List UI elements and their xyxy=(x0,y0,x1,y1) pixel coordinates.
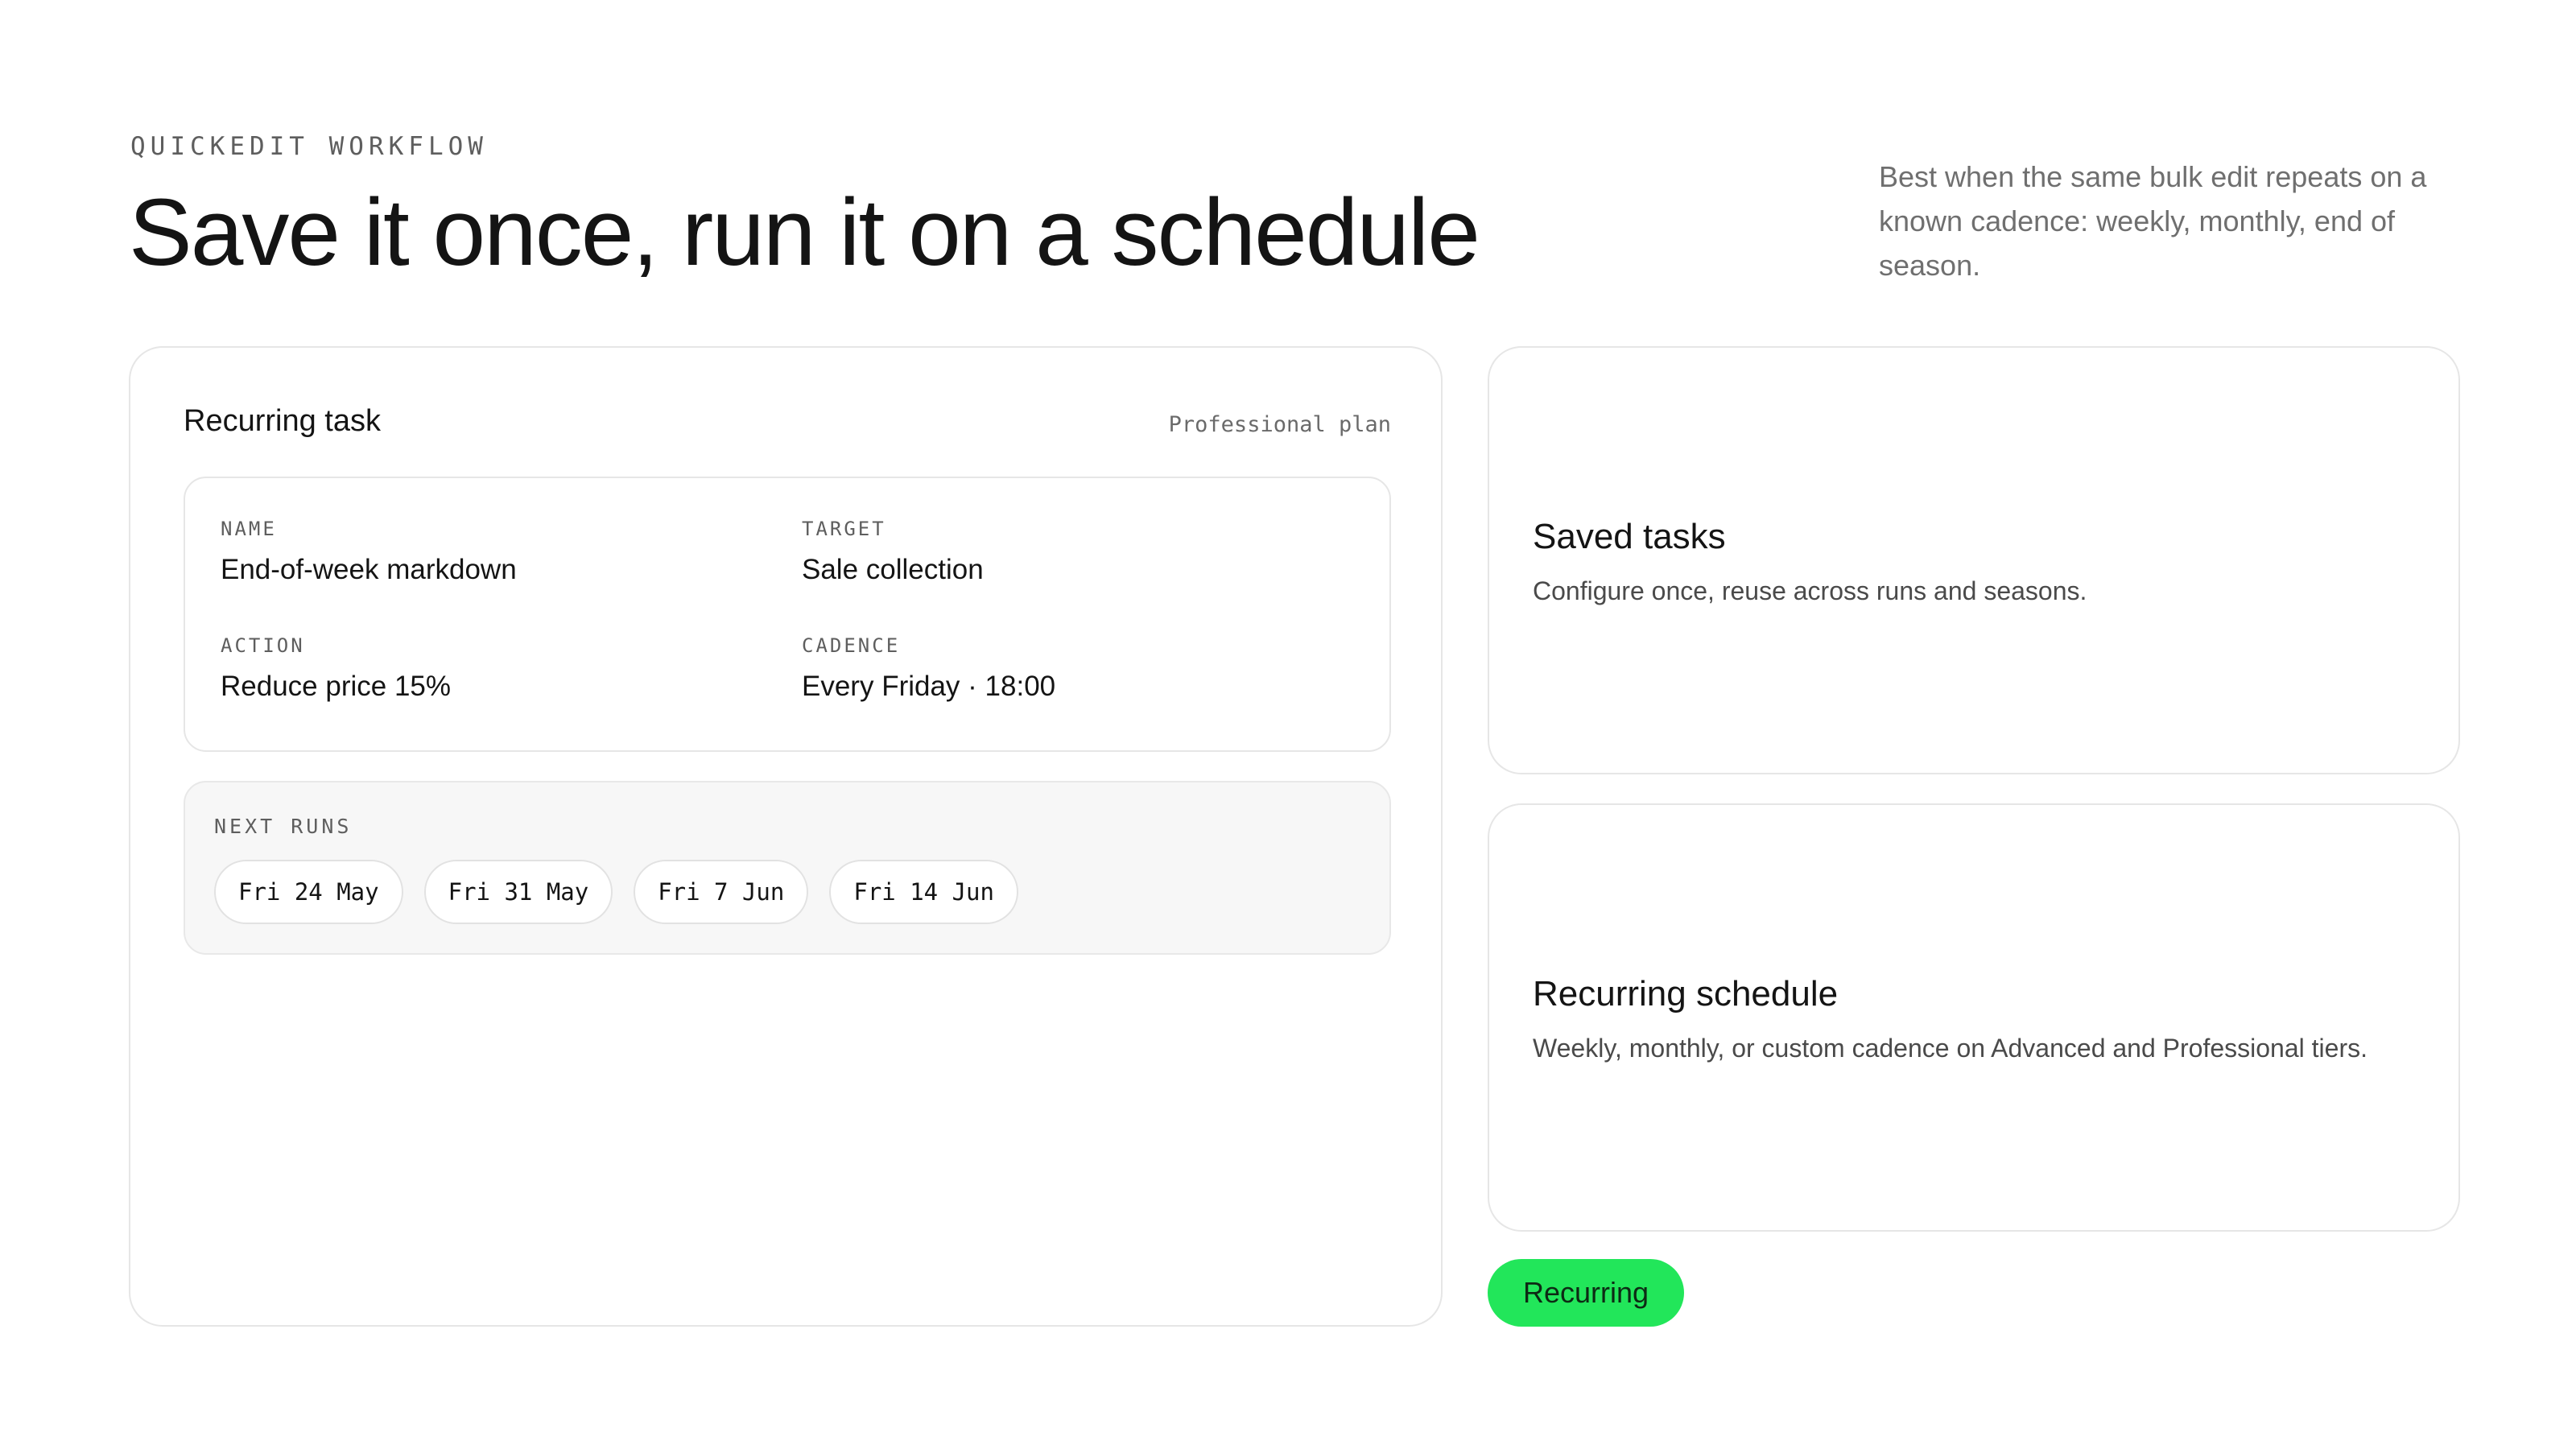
eyebrow-label: QUICKEDIT WORKFLOW xyxy=(130,132,488,161)
feature-card-saved-tasks: Saved tasks Configure once, reuse across… xyxy=(1488,346,2460,774)
run-date-chip[interactable]: Fri 24 May xyxy=(214,860,403,924)
field-action-value[interactable]: Reduce price 15% xyxy=(221,669,451,704)
field-name: NAME End-of-week markdown xyxy=(221,517,517,588)
run-date-chip[interactable]: Fri 31 May xyxy=(423,860,613,924)
page-title: Save it once, run it on a schedule xyxy=(129,180,1480,286)
run-date-chip[interactable]: Fri 14 Jun xyxy=(829,860,1018,924)
feature-title: Saved tasks xyxy=(1533,517,1726,556)
field-target: TARGET Sale collection xyxy=(802,517,984,588)
feature-description: Weekly, monthly, or custom cadence on Ad… xyxy=(1533,1034,2368,1063)
run-date-chip[interactable]: Fri 7 Jun xyxy=(634,860,809,924)
field-target-value[interactable]: Sale collection xyxy=(802,552,984,588)
field-name-value[interactable]: End-of-week markdown xyxy=(221,552,517,588)
recurring-badge: Recurring xyxy=(1488,1259,1685,1327)
feature-description: Configure once, reuse across runs and se… xyxy=(1533,576,2087,605)
field-name-label: NAME xyxy=(221,518,277,540)
feature-card-recurring-schedule: Recurring schedule Weekly, monthly, or c… xyxy=(1488,803,2460,1232)
field-action: ACTION Reduce price 15% xyxy=(221,634,451,704)
next-runs-card: NEXT RUNS Fri 24 May Fri 31 May Fri 7 Ju… xyxy=(184,781,1391,955)
field-cadence: CADENCE Every Friday · 18:00 xyxy=(802,634,1055,704)
next-runs-label: NEXT RUNS xyxy=(214,815,353,838)
panel-title: Recurring task xyxy=(184,404,381,438)
field-action-label: ACTION xyxy=(221,634,305,657)
field-cadence-value[interactable]: Every Friday · 18:00 xyxy=(802,669,1055,704)
task-details-card: NAME End-of-week markdown TARGET Sale co… xyxy=(184,477,1391,752)
field-target-label: TARGET xyxy=(802,518,886,540)
field-cadence-label: CADENCE xyxy=(802,634,901,657)
feature-title: Recurring schedule xyxy=(1533,974,1839,1013)
next-runs-list: Fri 24 May Fri 31 May Fri 7 Jun Fri 14 J… xyxy=(214,860,1018,924)
intro-text: Best when the same bulk edit repeats on … xyxy=(1879,160,2427,282)
recurring-task-panel: Recurring task Professional plan NAME En… xyxy=(129,346,1443,1327)
plan-label: Professional plan xyxy=(1168,412,1391,437)
